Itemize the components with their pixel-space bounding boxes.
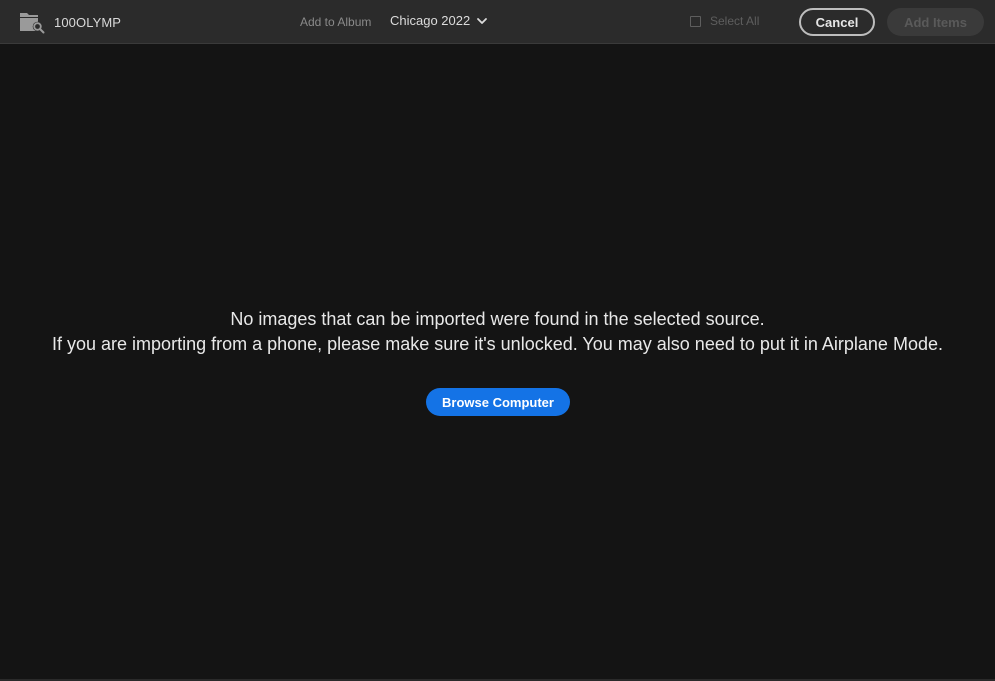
- empty-state-line-2: If you are importing from a phone, pleas…: [52, 334, 943, 354]
- add-to-album-label: Add to Album: [300, 15, 372, 29]
- chevron-down-icon: [476, 15, 488, 27]
- import-toolbar: 100OLYMP Add to Album Chicago 2022 Selec…: [0, 0, 995, 44]
- empty-state-message: No images that can be imported were foun…: [0, 307, 995, 357]
- album-dropdown[interactable]: Chicago 2022: [390, 13, 488, 28]
- album-selected-value: Chicago 2022: [390, 13, 471, 28]
- select-all-control[interactable]: Select All: [690, 14, 759, 28]
- import-window: 100OLYMP Add to Album Chicago 2022 Selec…: [0, 0, 995, 681]
- browse-computer-button[interactable]: Browse Computer: [426, 388, 570, 416]
- select-all-label: Select All: [710, 14, 760, 28]
- folder-search-icon: [19, 10, 45, 34]
- source-name: 100OLYMP: [54, 14, 122, 30]
- empty-state-line-1: No images that can be imported were foun…: [230, 309, 765, 329]
- select-all-checkbox[interactable]: [690, 16, 701, 27]
- cancel-button[interactable]: Cancel: [799, 8, 875, 36]
- add-items-button[interactable]: Add Items: [887, 8, 984, 36]
- source-selector[interactable]: 100OLYMP: [19, 10, 121, 34]
